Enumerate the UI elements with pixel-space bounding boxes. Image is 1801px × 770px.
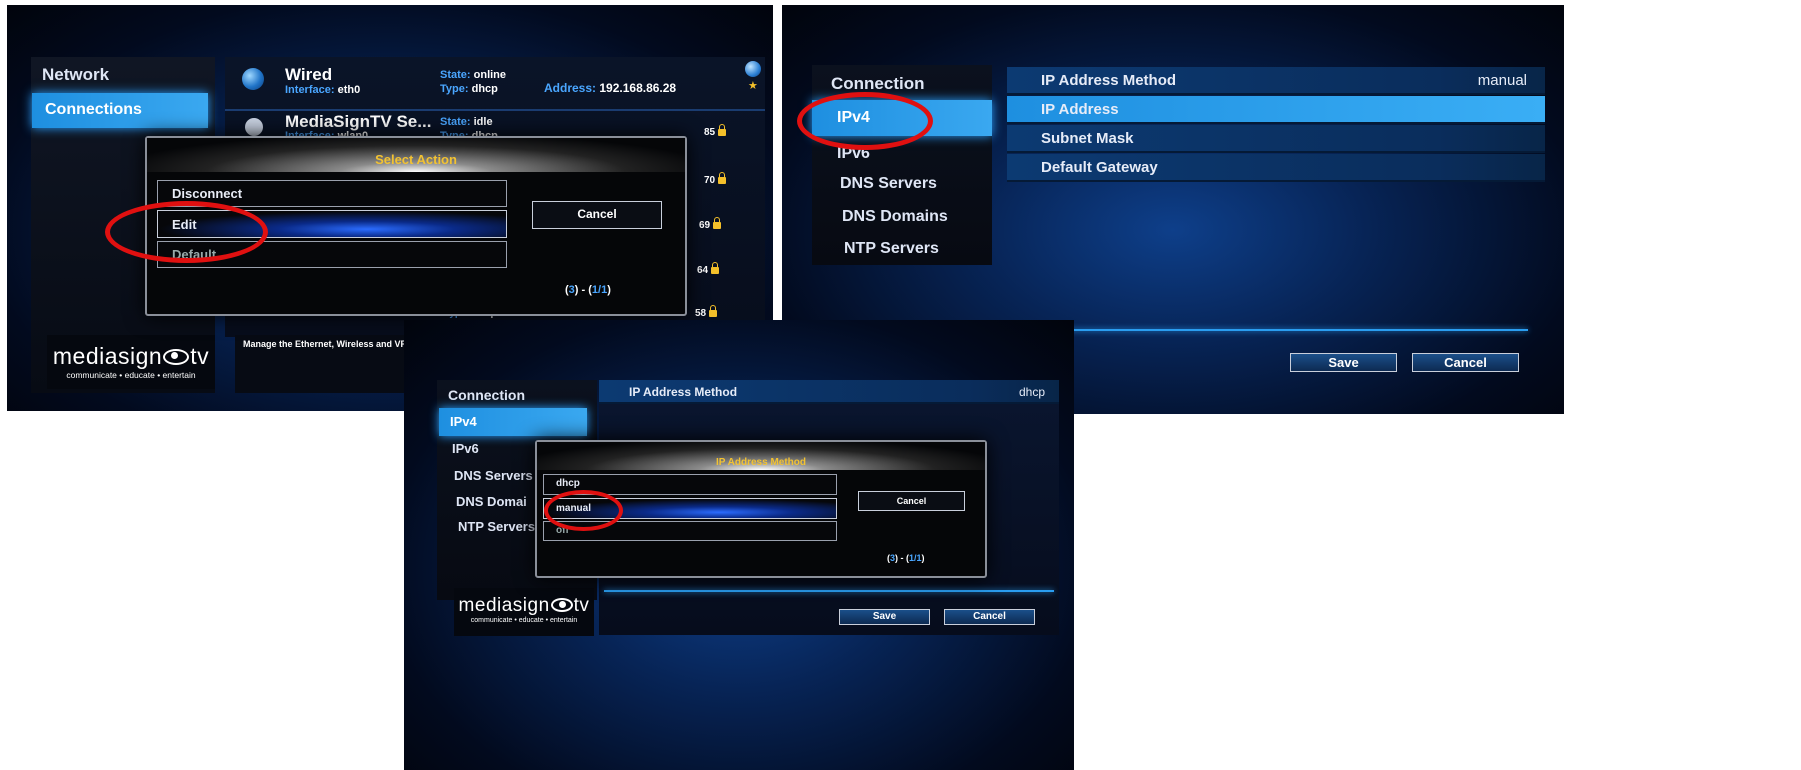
tab-dns-servers[interactable]: DNS Servers <box>454 468 533 483</box>
tab-dns-domains[interactable]: DNS Domai <box>456 494 527 509</box>
tab-ntp-servers[interactable]: NTP Servers <box>458 519 535 534</box>
lock-icon <box>711 262 720 274</box>
signal-strength: 58 <box>695 305 718 319</box>
connection-address: Address: 192.168.86.28 <box>544 81 677 95</box>
connection-name: MediaSignTV Se... <box>285 112 432 131</box>
eye-icon <box>550 598 573 612</box>
separator-line <box>604 590 1054 592</box>
tab-ipv4-label: IPv4 <box>450 414 477 429</box>
highlight-ring <box>105 201 268 263</box>
row-ip-address[interactable]: IP Address <box>1007 96 1545 124</box>
mediasign-logo: mediasign tv communicate • educate • ente… <box>458 595 590 624</box>
connection-state: State: idle <box>440 116 493 128</box>
tab-dns-servers[interactable]: DNS Servers <box>840 175 937 193</box>
save-button[interactable]: Save <box>839 609 930 625</box>
row-ip-address-method[interactable]: IP Address Method dhcp <box>599 380 1059 404</box>
highlight-ring <box>797 92 933 150</box>
globe-status-icon <box>745 61 761 77</box>
ip-method-value: manual <box>1477 72 1527 89</box>
lock-icon <box>718 124 727 136</box>
tab-ipv6[interactable]: IPv6 <box>452 441 479 456</box>
lock-icon <box>709 305 718 317</box>
pager: (3) - (1/1) <box>887 553 925 563</box>
cancel-button[interactable]: Cancel <box>532 201 662 229</box>
row-ip-address-method[interactable]: IP Address Method manual <box>1007 67 1545 95</box>
signal-strength: 64 <box>697 262 720 276</box>
tab-dns-domains[interactable]: DNS Domains <box>842 208 948 226</box>
sidebar-title: Connection <box>448 387 525 403</box>
globe-icon <box>242 68 264 90</box>
sidebar-title: Connection <box>831 74 925 93</box>
status-text: Manage the Ethernet, Wireless and VPN co <box>243 339 426 349</box>
signal-strength: 85 <box>704 124 727 138</box>
highlight-ring <box>544 490 623 531</box>
star-icon: ★ <box>748 80 758 92</box>
cancel-button[interactable]: Cancel <box>944 609 1035 625</box>
dialog-title: Select Action <box>147 138 685 172</box>
pager: (3) - (1/1) <box>565 284 611 296</box>
eye-icon <box>163 349 190 365</box>
cancel-button[interactable]: Cancel <box>1412 353 1519 372</box>
row-divider <box>225 109 765 111</box>
lock-icon <box>713 217 722 229</box>
row-default-gateway[interactable]: Default Gateway <box>1007 154 1545 182</box>
connection-type: Type: dhcp <box>440 83 498 95</box>
connection-interface: Interface: eth0 <box>285 84 361 96</box>
connection-name: Wired <box>285 65 333 84</box>
dialog-title: IP Address Method <box>537 442 985 470</box>
save-button[interactable]: Save <box>1290 353 1397 372</box>
row-subnet-mask[interactable]: Subnet Mask <box>1007 125 1545 153</box>
wifi-icon <box>245 118 263 136</box>
lock-icon <box>718 172 727 184</box>
settings-list: IP Address Method manual IP Address Subn… <box>1007 67 1545 183</box>
signal-strength: 70 <box>704 172 727 186</box>
signal-strength: 69 <box>699 217 722 231</box>
cancel-button[interactable]: Cancel <box>858 491 965 511</box>
ip-address-method-photo: Connection IPv4 IPv6 DNS Servers DNS Dom… <box>404 320 1074 770</box>
sidebar-title: Network <box>42 65 110 84</box>
connection-state: State: online <box>440 69 507 81</box>
tab-ntp-servers[interactable]: NTP Servers <box>844 240 939 258</box>
ip-method-value: dhcp <box>1018 385 1045 399</box>
sidebar-item-connections-label: Connections <box>45 101 142 118</box>
mediasign-logo: mediasign tv communicate • educate • ente… <box>52 343 210 380</box>
